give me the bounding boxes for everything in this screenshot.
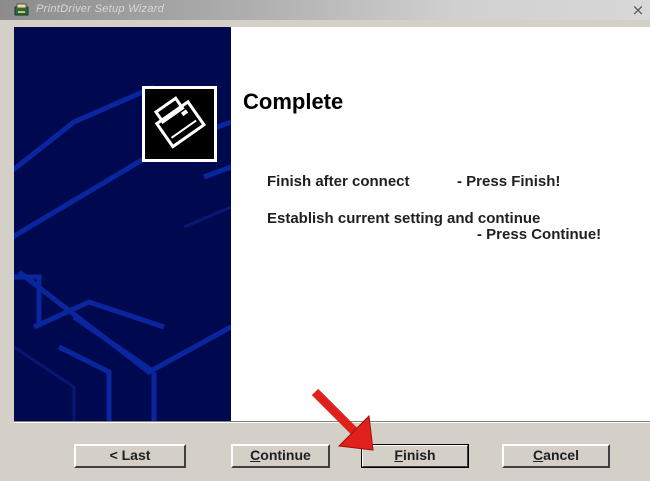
finish-button-label: inish [402,447,436,463]
finish-mnemonic: F [394,447,403,463]
wizard-content: Complete Finish after connect - Press Fi… [231,27,650,421]
close-button[interactable]: × [630,1,646,19]
last-button-label: < Last [109,447,151,463]
instruction-finish-text: Finish after connect [267,173,410,190]
instruction-continue-action: - Press Continue! [477,226,602,243]
title-bar[interactable]: PrintDriver Setup Wizard × [0,0,650,20]
instruction-finish-action: - Press Finish! [457,173,561,190]
instruction-continue-text: Establish current setting and continue [267,210,541,227]
cancel-button[interactable]: Cancel [502,444,610,468]
printer-logo-icon [142,86,217,162]
printer-setup-icon [14,3,30,17]
wizard-side-banner [14,27,231,421]
page-title: Complete [243,89,344,114]
window-title: PrintDriver Setup Wizard [36,3,165,15]
red-arrow-icon [311,388,374,451]
continue-mnemonic: C [250,447,261,463]
cancel-button-label: ancel [543,447,579,463]
setup-wizard-window: PrintDriver Setup Wizard × Complete Fini… [0,0,650,481]
continue-button-label: ontinue [260,447,311,463]
last-button[interactable]: < Last [74,444,186,468]
cancel-mnemonic: C [533,447,544,463]
